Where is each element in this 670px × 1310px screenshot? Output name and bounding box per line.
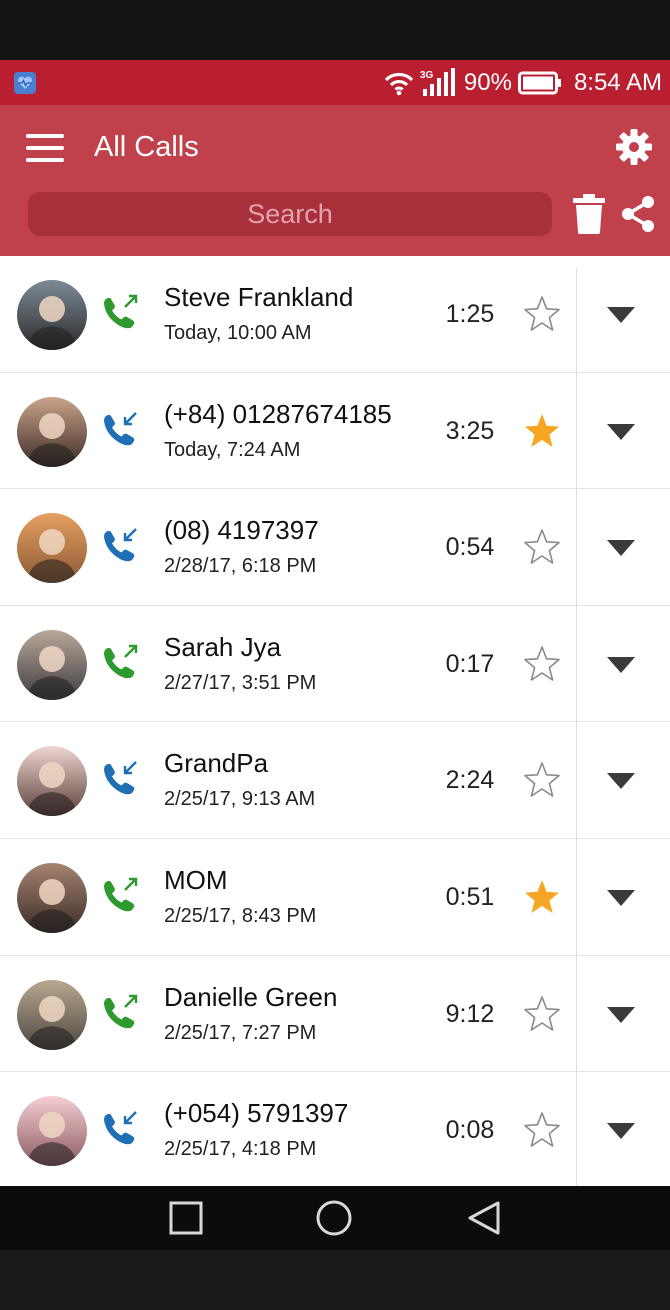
bottom-frame	[0, 1250, 670, 1310]
call-duration: 3:25	[445, 416, 495, 445]
call-row[interactable]: (08) 4197397 2/28/17, 6:18 PM 0:54	[0, 489, 670, 606]
contact-name: Danielle Green	[164, 981, 338, 1012]
recent-apps-square-icon[interactable]	[168, 1200, 204, 1236]
star-outline-icon[interactable]	[523, 528, 561, 566]
outgoing-call-icon	[104, 994, 138, 1028]
call-duration: 2:24	[445, 766, 495, 795]
expand-dropdown-icon[interactable]	[606, 539, 636, 557]
cellular-signal-icon: 3G	[420, 67, 455, 96]
call-duration: 0:54	[445, 533, 495, 562]
expand-dropdown-icon[interactable]	[606, 1006, 636, 1024]
expand-dropdown-icon[interactable]	[606, 656, 636, 674]
home-circle-icon[interactable]	[316, 1200, 352, 1236]
incoming-call-icon	[104, 1111, 137, 1145]
call-row[interactable]: MOM 2/25/17, 8:43 PM 0:51	[0, 839, 670, 956]
star-outline-icon[interactable]	[523, 645, 561, 683]
back-triangle-icon[interactable]	[466, 1200, 502, 1236]
call-timestamp: 2/25/17, 8:43 PM	[164, 904, 317, 927]
contact-name: MOM	[164, 864, 228, 895]
system-nav-bar	[0, 1186, 670, 1250]
trash-icon[interactable]	[572, 194, 606, 234]
call-duration: 1:25	[445, 300, 495, 328]
call-timestamp: 2/27/17, 3:51 PM	[164, 671, 317, 694]
star-outline-icon[interactable]	[523, 761, 561, 799]
expand-dropdown-icon[interactable]	[606, 889, 636, 907]
contact-name: (08) 4197397	[164, 515, 319, 546]
avatar[interactable]	[17, 979, 87, 1050]
avatar[interactable]	[17, 746, 87, 817]
contact-name: (+84) 01287674185	[164, 398, 392, 429]
top-frame	[0, 0, 670, 60]
outgoing-call-icon	[104, 294, 138, 329]
call-row[interactable]: (+054) 5791397 2/25/17, 4:18 PM 0:08	[0, 1072, 670, 1186]
call-duration: 0:51	[445, 882, 495, 911]
expand-dropdown-icon[interactable]	[606, 306, 636, 324]
star-outline-icon[interactable]	[523, 995, 561, 1033]
avatar[interactable]	[17, 280, 87, 350]
avatar[interactable]	[17, 862, 87, 933]
battery-percent: 90%	[463, 68, 512, 96]
call-row[interactable]: GrandPa 2/25/17, 9:13 AM 2:24	[0, 722, 670, 839]
avatar[interactable]	[17, 396, 87, 467]
search-box[interactable]	[28, 192, 552, 236]
call-timestamp: 2/25/17, 4:18 PM	[164, 1138, 317, 1161]
network-type: 3G	[420, 70, 434, 81]
incoming-call-icon	[104, 528, 137, 562]
contact-name: Steve Frankland	[164, 282, 354, 312]
search-input[interactable]	[28, 192, 552, 236]
battery-icon	[517, 71, 561, 94]
outgoing-call-icon	[104, 644, 138, 679]
call-row[interactable]: Sarah Jya 2/27/17, 3:51 PM 0:17	[0, 606, 670, 723]
avatar[interactable]	[17, 513, 87, 584]
avatar[interactable]	[17, 629, 87, 700]
star-outline-icon[interactable]	[523, 1111, 561, 1149]
expand-dropdown-icon[interactable]	[606, 772, 636, 790]
expand-dropdown-icon[interactable]	[606, 423, 636, 441]
health-app-icon	[14, 72, 36, 94]
outgoing-call-icon	[104, 877, 138, 912]
call-duration: 9:12	[445, 999, 495, 1028]
call-timestamp: 2/25/17, 7:27 PM	[164, 1021, 317, 1044]
call-row[interactable]: (+84) 01287674185 Today, 7:24 AM 3:25	[0, 373, 670, 490]
star-filled-icon[interactable]	[523, 878, 561, 916]
incoming-call-icon	[104, 411, 137, 445]
call-row[interactable]: Steve Frankland Today, 10:00 AM 1:25	[0, 256, 670, 373]
star-outline-icon[interactable]	[523, 295, 561, 333]
avatar[interactable]	[17, 1096, 87, 1167]
clock: 8:54 AM	[573, 68, 662, 96]
call-duration: 0:17	[445, 649, 495, 678]
contact-name: Sarah Jya	[164, 631, 282, 662]
settings-gear-icon[interactable]	[614, 127, 654, 167]
expand-dropdown-icon[interactable]	[606, 1122, 636, 1140]
call-duration: 0:08	[445, 1116, 495, 1145]
incoming-call-icon	[104, 761, 137, 795]
call-timestamp: Today, 10:00 AM	[164, 322, 312, 344]
hamburger-menu-icon[interactable]	[26, 130, 66, 164]
star-filled-icon[interactable]	[523, 412, 561, 450]
page-title: All Calls	[94, 131, 199, 163]
contact-name: (+054) 5791397	[164, 1098, 349, 1129]
call-timestamp: Today, 7:24 AM	[164, 438, 301, 461]
call-timestamp: 2/25/17, 9:13 AM	[164, 788, 316, 811]
contact-name: GrandPa	[164, 748, 269, 779]
status-bar: 3G 90% 8:54 AM	[0, 60, 670, 105]
share-icon[interactable]	[620, 195, 656, 233]
call-row[interactable]: Danielle Green 2/25/17, 7:27 PM 9:12	[0, 956, 670, 1073]
call-timestamp: 2/28/17, 6:18 PM	[164, 555, 317, 578]
wifi-icon	[384, 72, 414, 95]
call-list: Steve Frankland Today, 10:00 AM 1:25 (+84) …	[0, 256, 670, 1186]
